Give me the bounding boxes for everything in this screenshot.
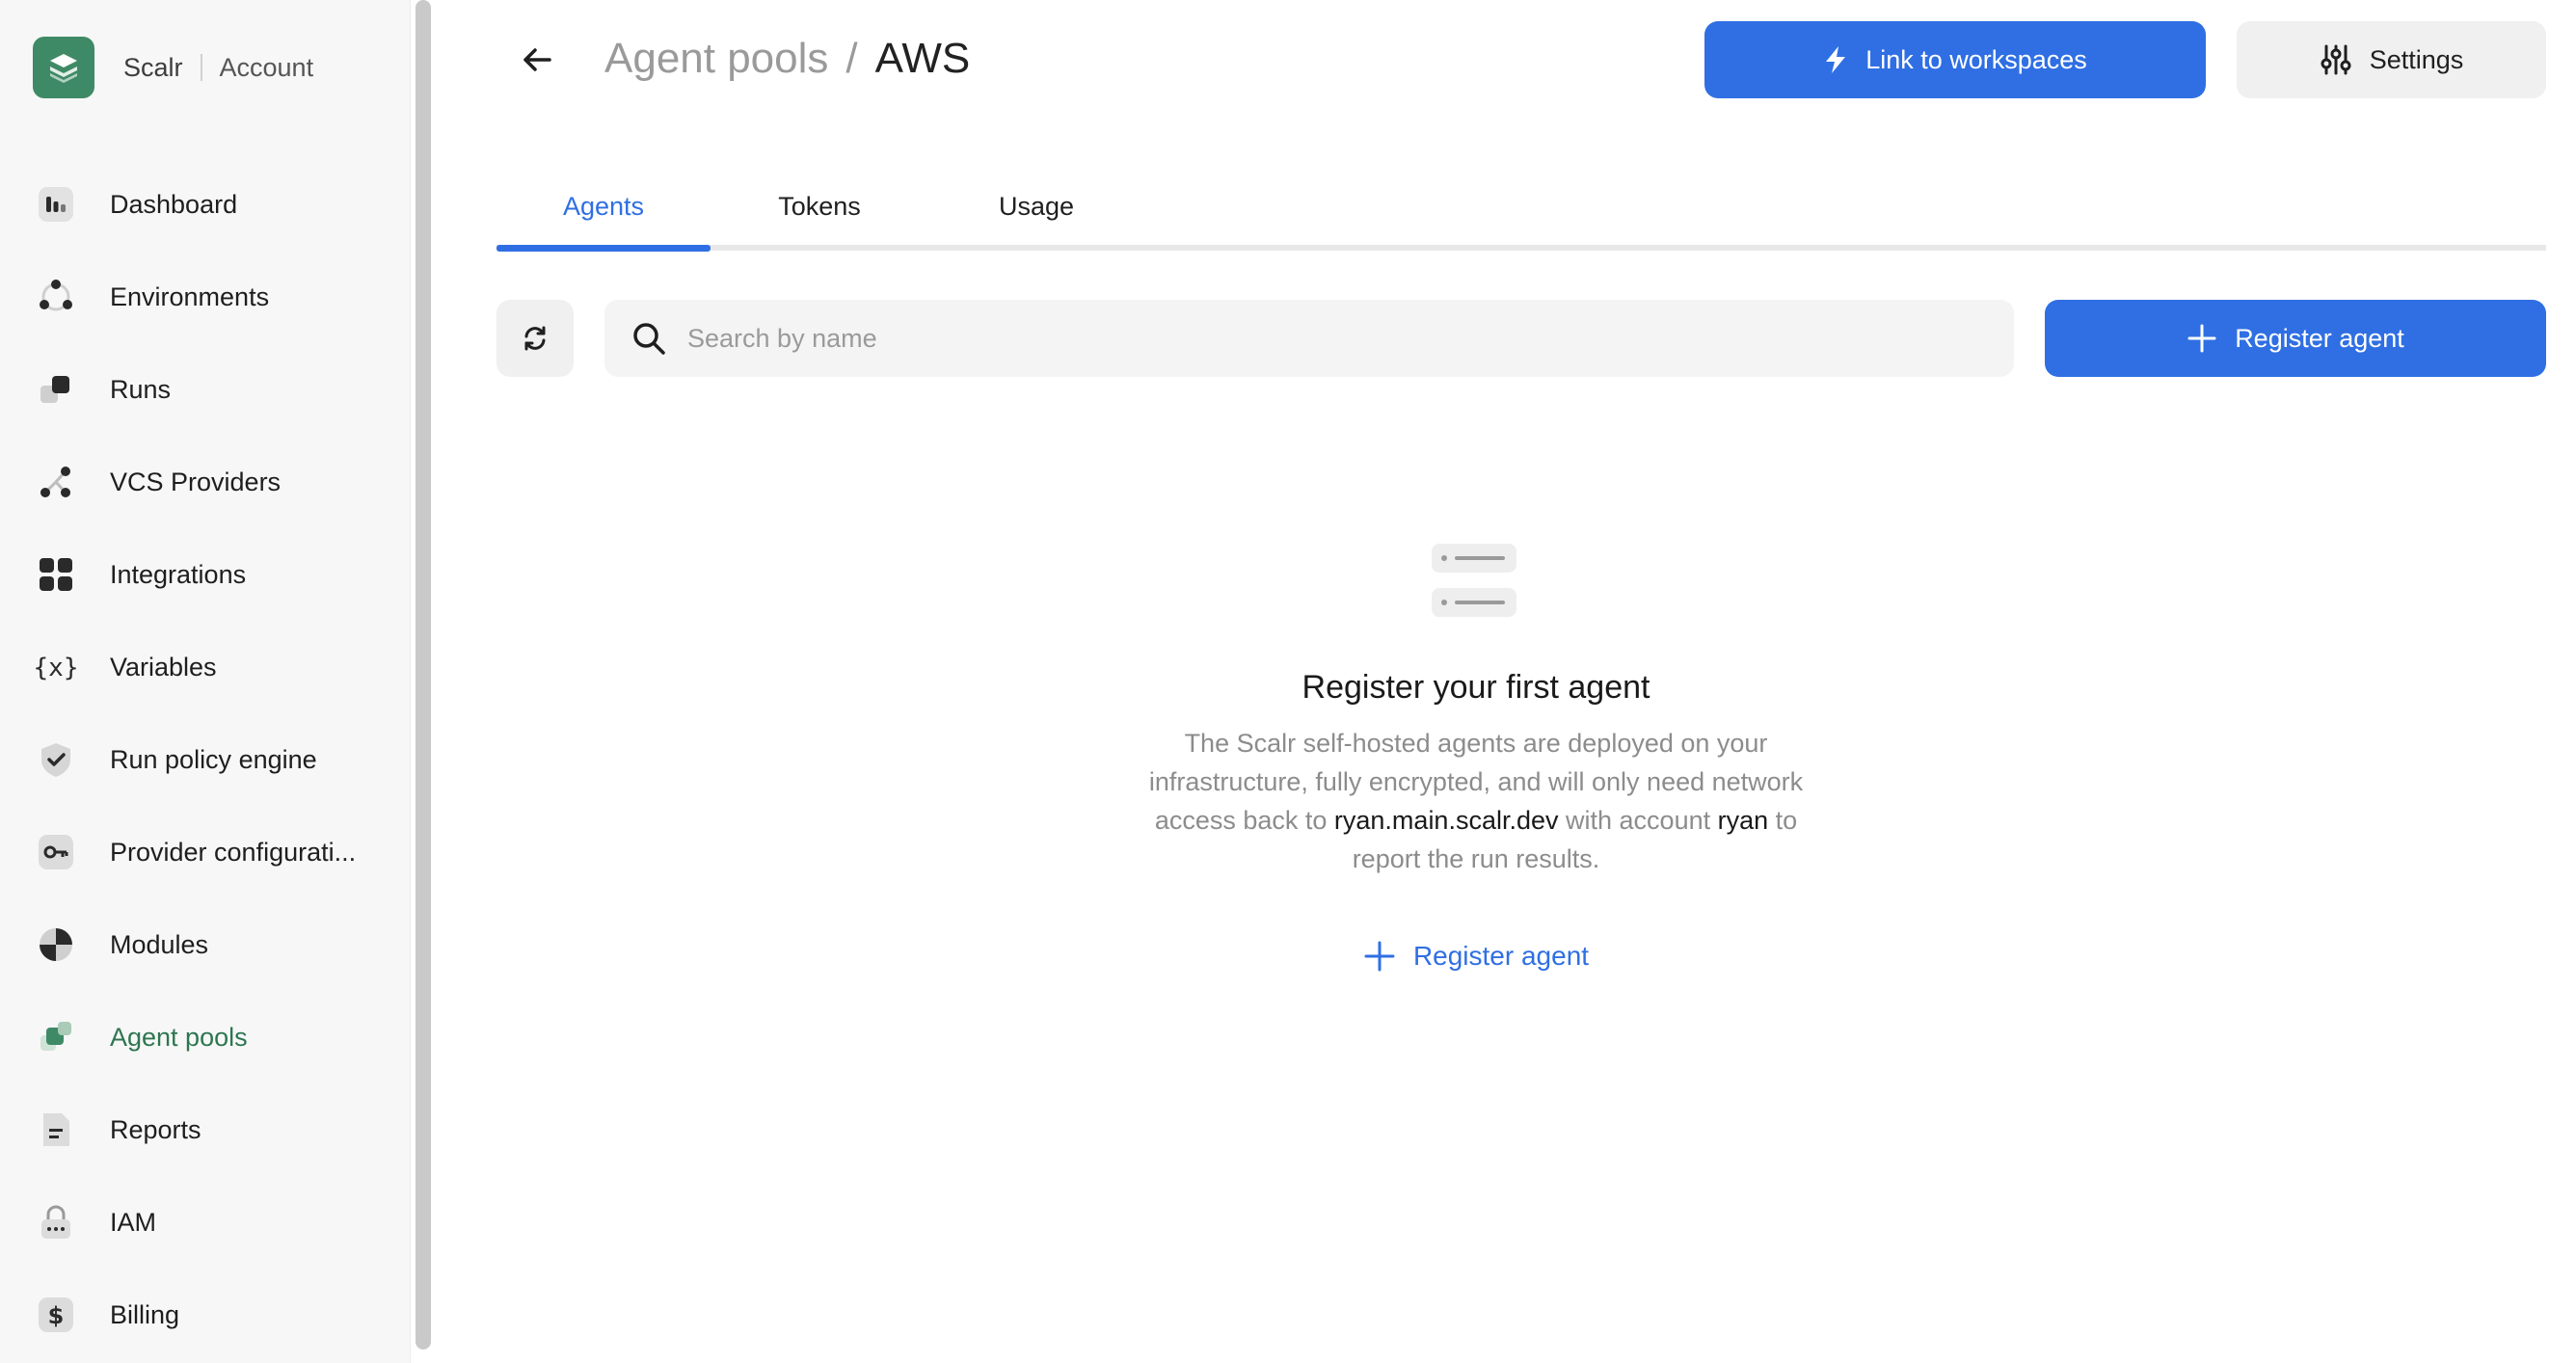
search-box <box>604 300 2014 377</box>
modules-icon <box>33 922 79 968</box>
desc-text: with account <box>1558 806 1718 835</box>
host-name: ryan.main.scalr.dev <box>1333 806 1559 835</box>
reports-icon <box>33 1107 79 1153</box>
tab-track <box>496 245 2546 251</box>
sidebar-item-label: Provider configurati... <box>110 837 357 867</box>
runs-icon <box>33 366 79 413</box>
integrations-icon <box>33 551 79 598</box>
sidebar-item-runs[interactable]: Runs <box>0 343 410 436</box>
brand-name: Scalr <box>123 52 183 82</box>
sidebar-item-policy[interactable]: Run policy engine <box>0 713 410 806</box>
sidebar-item-label: Environments <box>110 281 270 311</box>
sidebar-item-label: Modules <box>110 929 209 959</box>
sidebar-nav: Dashboard Environments Runs VCS Provider… <box>0 158 410 1361</box>
sidebar-item-label: Billing <box>110 1299 180 1329</box>
tab-active-indicator <box>496 245 711 252</box>
empty-register-agent-link[interactable]: Register agent <box>1363 940 1589 973</box>
brand[interactable]: Scalr Account <box>33 37 313 98</box>
shield-check-icon <box>33 736 79 783</box>
environments-icon <box>33 274 79 320</box>
sidebar-item-integrations[interactable]: Integrations <box>0 528 410 621</box>
empty-state-title: Register your first agent <box>1301 669 1650 706</box>
svg-text:$: $ <box>48 1302 65 1329</box>
sliders-icon <box>2320 43 2352 76</box>
sidebar-item-label: VCS Providers <box>110 467 282 496</box>
agent-pools-icon <box>33 1014 79 1060</box>
sidebar-scrollbar[interactable] <box>410 0 435 1363</box>
sidebar-item-label: Reports <box>110 1114 201 1144</box>
tab-agents[interactable]: Agents <box>496 166 711 247</box>
tab-label: Usage <box>998 191 1075 221</box>
sidebar-item-label: Dashboard <box>110 189 238 219</box>
sidebar-item-variables[interactable]: {x} Variables <box>0 621 410 713</box>
sidebar-scroll-thumb[interactable] <box>416 0 431 1350</box>
sidebar-item-label: Variables <box>110 652 217 682</box>
settings-button[interactable]: Settings <box>2237 21 2546 98</box>
back-button[interactable] <box>516 39 558 81</box>
arrow-left-icon <box>523 48 551 71</box>
svg-text:{x}: {x} <box>35 654 77 682</box>
tab-label: Tokens <box>778 191 861 221</box>
refresh-button[interactable] <box>496 300 574 377</box>
sidebar-item-label: Runs <box>110 374 172 404</box>
variables-icon: {x} <box>33 644 79 690</box>
sidebar-item-modules[interactable]: Modules <box>0 898 410 991</box>
vcs-icon <box>33 459 79 505</box>
key-icon <box>33 829 79 875</box>
link-to-workspaces-button[interactable]: Link to workspaces <box>1704 21 2206 98</box>
sidebar-item-vcs[interactable]: VCS Providers <box>0 436 410 528</box>
link-to-workspaces-label: Link to workspaces <box>1865 44 2087 74</box>
sidebar-item-agent-pools[interactable]: Agent pools <box>0 991 410 1083</box>
brand-context: Account <box>219 52 314 82</box>
sidebar-item-billing[interactable]: $ Billing <box>0 1269 410 1361</box>
sidebar-item-environments[interactable]: Environments <box>0 251 410 343</box>
main-content: Agent pools / AWS Link to workspaces Set… <box>435 0 2576 1363</box>
sidebar-item-label: Agent pools <box>110 1022 248 1052</box>
sidebar-item-label: Integrations <box>110 559 247 589</box>
sidebar-item-dashboard[interactable]: Dashboard <box>0 158 410 251</box>
plus-icon <box>1363 940 1396 973</box>
lock-icon <box>33 1199 79 1245</box>
empty-state-description: The Scalr self-hosted agents are deploye… <box>1129 724 1823 878</box>
page-title: AWS <box>874 35 971 82</box>
search-input[interactable] <box>687 323 1941 354</box>
sidebar: Scalr Account Dashboard Environments Run… <box>0 0 410 1363</box>
brand-divider <box>200 54 202 81</box>
sidebar-item-iam[interactable]: IAM <box>0 1176 410 1269</box>
empty-list-icon <box>1428 540 1524 623</box>
search-icon <box>633 323 665 355</box>
tab-usage[interactable]: Usage <box>928 166 1144 247</box>
breadcrumb-separator: / <box>845 35 858 82</box>
sidebar-item-provider[interactable]: Provider configurati... <box>0 806 410 898</box>
dashboard-icon <box>33 181 79 227</box>
dollar-icon: $ <box>33 1292 79 1338</box>
lightning-icon <box>1823 45 1848 74</box>
empty-state: Register your first agent The Scalr self… <box>1090 540 1862 977</box>
sidebar-item-label: IAM <box>110 1207 157 1237</box>
settings-label: Settings <box>2369 44 2464 74</box>
scalr-logo-icon <box>33 37 94 98</box>
breadcrumb-parent-link[interactable]: Agent pools <box>604 35 828 83</box>
sidebar-item-reports[interactable]: Reports <box>0 1083 410 1176</box>
empty-register-agent-label: Register agent <box>1412 941 1590 971</box>
tab-label: Agents <box>562 191 645 221</box>
tab-bar: Agents Tokens Usage <box>496 166 2546 253</box>
register-agent-label: Register agent <box>2235 323 2404 353</box>
plus-icon <box>2187 323 2217 354</box>
app: Scalr Account Dashboard Environments Run… <box>0 0 2576 1363</box>
account-name: ryan <box>1717 806 1769 835</box>
breadcrumb: Agent pools / AWS <box>604 35 970 83</box>
sidebar-item-label: Run policy engine <box>110 744 317 774</box>
refresh-icon <box>524 326 546 351</box>
tab-tokens[interactable]: Tokens <box>711 166 928 247</box>
register-agent-button[interactable]: Register agent <box>2045 300 2546 377</box>
